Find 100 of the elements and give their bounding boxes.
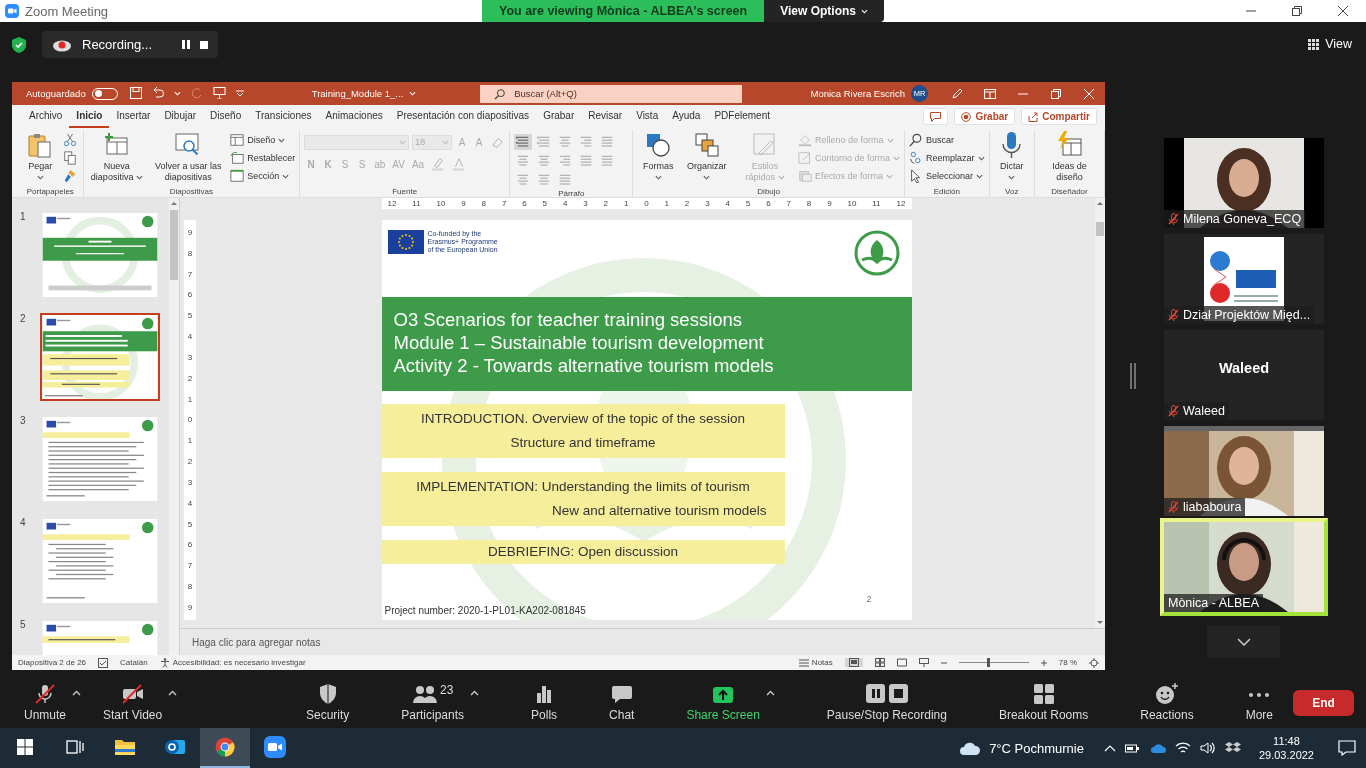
clock[interactable]: 11:48 29.03.2022 [1258, 734, 1314, 762]
normal-view-button[interactable] [844, 658, 863, 667]
undo-button[interactable] [151, 86, 164, 101]
menu-tab[interactable]: Transiciones [248, 105, 319, 128]
speaker-icon [1199, 741, 1216, 755]
slideshow-button[interactable] [918, 658, 929, 667]
align-center-icon [537, 154, 552, 168]
scrollbar-thumb[interactable] [1096, 222, 1104, 236]
toolbar-button[interactable]: Polls [525, 678, 564, 728]
menu-tab[interactable]: PDFelement [707, 105, 777, 128]
language-button[interactable]: Catalán [120, 658, 148, 667]
scrollbar-thumb[interactable] [170, 210, 178, 280]
video-tile[interactable]: Dział Projektów Międ... [1164, 234, 1324, 324]
eraser-icon [491, 135, 506, 149]
accessibility-icon [159, 657, 170, 668]
window-title: Zoom Meeting [25, 3, 109, 19]
toolbar-button[interactable]: 23 Participants [395, 678, 471, 728]
ruler-number: 2 [187, 457, 193, 467]
end-button[interactable]: End [1293, 690, 1354, 716]
video-tile[interactable]: Mònica - ALBEA [1160, 518, 1328, 616]
search-field[interactable]: Buscar (Alt+Q) [480, 84, 743, 103]
ribbon-button[interactable]: Pegar [22, 130, 59, 183]
menu-tab[interactable]: Archivo [22, 105, 70, 128]
notes-button[interactable]: Notas [798, 658, 833, 667]
sorter-view-button[interactable] [874, 658, 885, 667]
toolbar-button[interactable]: Security [300, 678, 356, 728]
ruler-number: 9 [187, 228, 193, 237]
scissors-icon [62, 133, 77, 147]
toolbar-button[interactable] [514, 134, 533, 150]
video-tile[interactable]: Milena Goneva_ECQ [1164, 138, 1324, 228]
accessibility-button[interactable]: Accesibilidad: es necesario investigar [159, 657, 306, 668]
video-tile[interactable]: Waleed Waleed [1164, 330, 1324, 420]
present-button[interactable] [212, 86, 226, 101]
save-button[interactable] [129, 86, 142, 101]
toolbar-button[interactable]: Breakout Rooms [992, 678, 1095, 728]
video-app-icon [264, 736, 286, 758]
slide-thumbnail[interactable] [40, 211, 160, 299]
caret-up-icon [470, 690, 480, 696]
slide-thumbnail[interactable] [40, 517, 160, 605]
toolbar-button[interactable]: Share Screen [680, 678, 766, 728]
share-button[interactable]: Compartir [1021, 108, 1097, 125]
view-options-button[interactable]: View Options [764, 0, 884, 22]
ribbon-button[interactable]: Seleccionar [909, 168, 985, 184]
view-button[interactable]: View [1308, 37, 1352, 51]
ribbon-button[interactable]: Buscar [909, 132, 985, 148]
group-label: Portapapeles [25, 186, 75, 197]
record-button[interactable]: Grabar [954, 108, 1016, 125]
reading-view-button[interactable] [896, 658, 907, 667]
menu-tab[interactable]: Vista [629, 105, 666, 128]
ribbon-button[interactable]: Sección [230, 168, 296, 184]
menu-tab[interactable]: Insertar [109, 105, 158, 128]
ribbon-button[interactable]: Diseño [230, 132, 296, 148]
ruler-number: 1 [664, 199, 669, 208]
toolbar-button[interactable]: Pause/Stop Recording [820, 678, 953, 728]
menu-tab[interactable]: Grabar [536, 105, 582, 128]
pause-button[interactable] [182, 40, 190, 49]
ribbon-button[interactable]: Volver a usar las diapositivas [148, 130, 229, 183]
participant-name: Dział Projektów Międ... [1183, 308, 1311, 322]
toolbar-button[interactable]: More [1239, 678, 1279, 728]
agenda-text: DEBRIEFING: Open discussion [488, 543, 678, 561]
pencil-outline-icon [798, 151, 812, 165]
cloud-icon [1149, 742, 1166, 754]
ribbon-button[interactable]: Nueva diapositiva [87, 130, 147, 183]
toolbar-button[interactable]: Reactions [1134, 678, 1200, 728]
ribbon-button[interactable]: Reemplazar [909, 150, 985, 166]
weather-widget[interactable]: 7°C Pochmurnie [959, 740, 1084, 756]
ribbon-button[interactable]: Formas [637, 130, 680, 183]
slide-thumbnail[interactable] [40, 313, 160, 401]
menu-tab[interactable]: Presentación con diapositivas [389, 105, 537, 128]
participant-name: Waleed [1183, 404, 1225, 418]
menu-tab[interactable]: Animaciones [318, 105, 390, 128]
document-title[interactable]: Training_Module 1_... [311, 88, 417, 99]
toolbar-button[interactable]: Unmute [18, 678, 73, 728]
menu-tab[interactable]: Diseño [203, 105, 249, 128]
ribbon-button[interactable]: Dictar [993, 130, 1030, 183]
menu-tab[interactable]: Dibujar [157, 105, 204, 128]
comments-button[interactable] [923, 108, 949, 125]
notes-field[interactable]: Haga clic para agregar notas [190, 635, 490, 649]
ribbon-button[interactable]: Restablecer [230, 150, 296, 166]
menu-tab[interactable]: Inicio [69, 105, 110, 128]
group-label: Edición [932, 186, 961, 197]
stop-button[interactable] [200, 40, 208, 49]
share-icon [1028, 111, 1039, 122]
toolbar-button[interactable]: Start Video [97, 678, 169, 728]
folder-icon [114, 738, 136, 756]
caret-icon [976, 173, 984, 179]
toolbar-button[interactable]: Chat [603, 678, 641, 728]
slide-thumbnail[interactable] [40, 415, 160, 503]
ribbon-button[interactable]: Organizar [681, 130, 732, 183]
close-icon [1338, 6, 1348, 16]
menu-tab[interactable]: Ayuda [665, 105, 708, 128]
taskbar-app[interactable] [200, 728, 250, 768]
video-tile[interactable]: liababoura [1164, 426, 1324, 516]
close-icon [1083, 88, 1094, 99]
ribbon-button[interactable]: Ideas de diseño [1039, 130, 1100, 183]
undo-icon [151, 86, 164, 99]
ruler-number: 3 [583, 199, 588, 208]
ruler-number: 4 [562, 199, 568, 208]
menu-tab[interactable]: Revisar [581, 105, 630, 128]
redo-button[interactable] [190, 86, 203, 101]
